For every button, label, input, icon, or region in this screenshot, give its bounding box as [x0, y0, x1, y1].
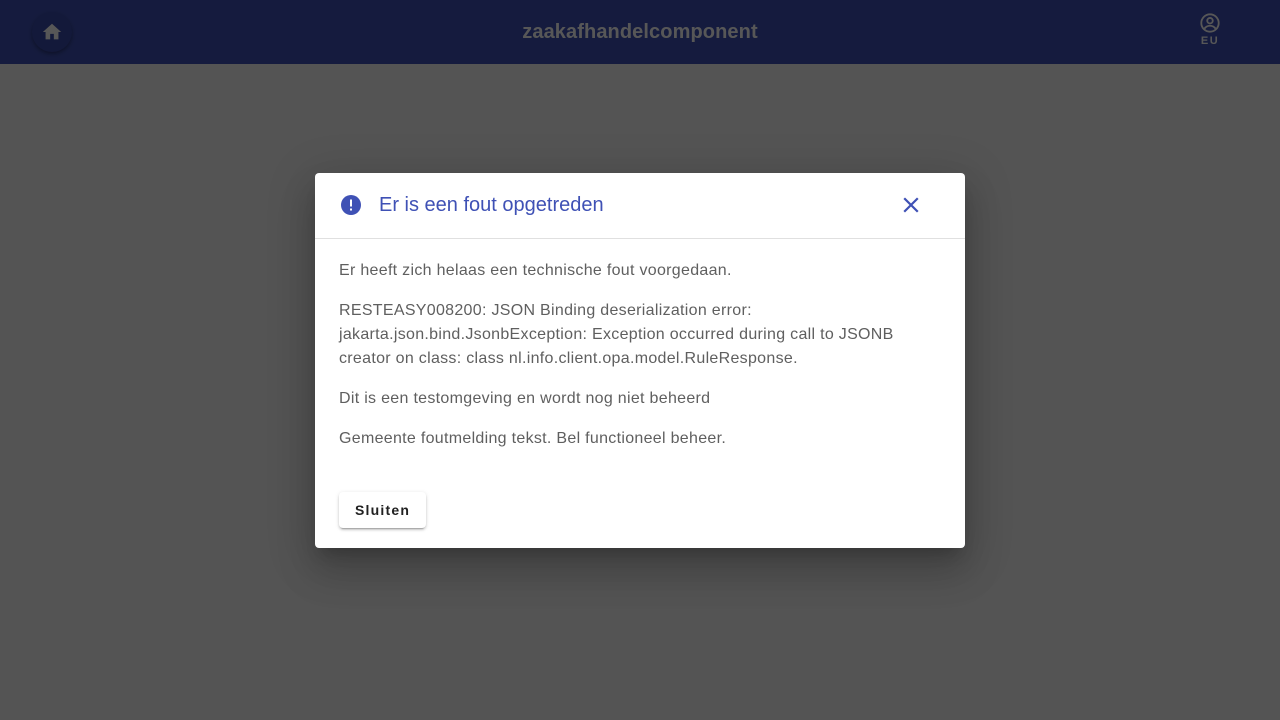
- dialog-title: Er is een fout opgetreden: [379, 194, 604, 216]
- close-dialog-button[interactable]: Sluiten: [339, 492, 427, 528]
- error-summary-text: Er heeft zich helaas een technische fout…: [339, 262, 732, 279]
- dialog-message: Er heeft zich helaas een technische fout…: [339, 259, 939, 467]
- error-icon: [341, 195, 361, 215]
- close-icon[interactable]: [899, 193, 923, 217]
- environment-notice-text: Dit is een testomgeving en wordt nog nie…: [339, 390, 711, 407]
- municipality-message-text: Gemeente foutmelding tekst. Bel function…: [339, 430, 727, 447]
- error-dialog: Er is een fout opgetreden Er heeft zich …: [315, 173, 965, 548]
- error-detail-text: RESTEASY008200: JSON Binding deserializa…: [339, 302, 894, 367]
- dialog-header: Er is een fout opgetreden: [315, 173, 965, 239]
